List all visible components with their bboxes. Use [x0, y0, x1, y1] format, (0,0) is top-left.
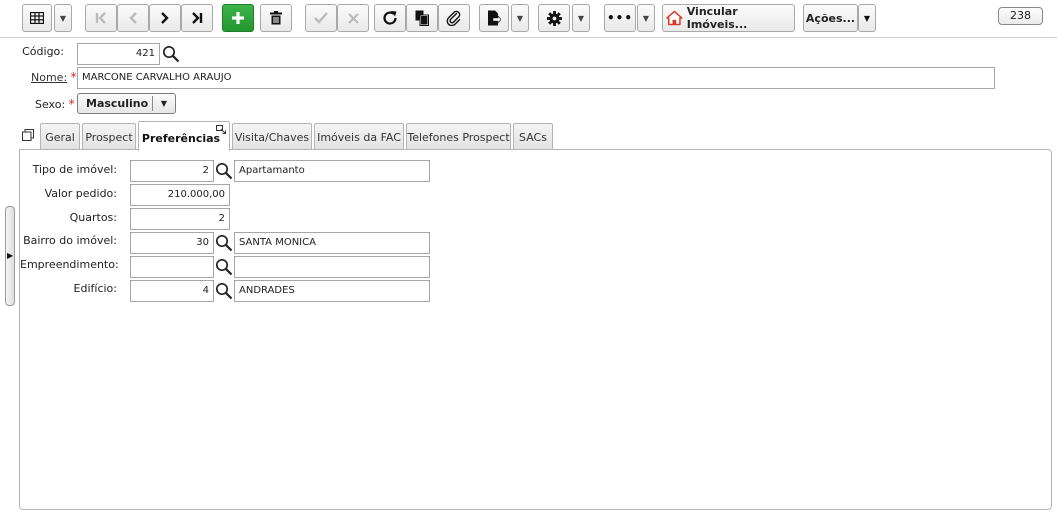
tab-geral[interactable]: Geral [40, 123, 80, 150]
popout-icon[interactable] [216, 125, 226, 134]
trash-icon [270, 11, 282, 25]
vincular-imoveis-label: Vincular Imóveis... [686, 5, 748, 31]
acoes-label: Ações... [805, 11, 856, 25]
duplicate-button[interactable] [406, 4, 438, 32]
caret-down-icon: ▼ [577, 13, 585, 23]
caret-down-icon: ▼ [516, 13, 524, 23]
required-asterisk: * [70, 70, 77, 84]
tab-sacs[interactable]: SACs [513, 123, 553, 150]
search-icon[interactable] [215, 162, 233, 180]
settings-button[interactable] [538, 4, 570, 32]
tab-label: Imóveis da FAC [317, 130, 401, 144]
nome-label[interactable]: Nome: [31, 71, 67, 84]
paperclip-icon [446, 10, 461, 26]
cancel-button[interactable] [337, 4, 369, 32]
refresh-icon [383, 11, 397, 25]
attach-button[interactable] [438, 4, 470, 32]
grid-icon [30, 12, 44, 24]
tipo-imovel-label: Tipo de imóvel: [32, 163, 117, 176]
tab-label: Geral [45, 130, 75, 144]
edificio-label: Edifício: [73, 282, 117, 295]
previous-record-button[interactable] [117, 4, 149, 32]
search-icon[interactable] [215, 258, 233, 276]
side-panel-handle[interactable]: ▶ [5, 206, 15, 306]
toolbar-divider [0, 37, 1057, 38]
check-icon [314, 12, 328, 24]
nome-label-wrap: Nome: * [31, 70, 77, 84]
record-count-badge: 238 [998, 7, 1043, 25]
refresh-button[interactable] [374, 4, 406, 32]
more-options-button[interactable]: ••• [604, 4, 636, 32]
close-icon [347, 12, 359, 24]
tab-label: Telefones Prospect [407, 130, 510, 144]
ellipsis-icon: ••• [606, 11, 633, 25]
caret-down-icon: ▼ [160, 99, 168, 108]
export-document-icon [488, 10, 501, 26]
tab-label: SACs [519, 130, 547, 144]
caret-down-icon: ▼ [863, 13, 871, 23]
vincular-imoveis-button[interactable]: Vincular Imóveis... [662, 4, 795, 32]
quartos-label: Quartos: [69, 211, 117, 224]
sexo-value: Masculino [86, 97, 149, 110]
chevron-left-icon [129, 12, 137, 24]
edificio-code-input[interactable]: 4 [130, 280, 214, 302]
quartos-input[interactable]: 2 [130, 208, 230, 230]
grid-view-button[interactable] [22, 4, 52, 32]
caret-down-icon: ▼ [642, 13, 650, 23]
tab-label: Preferências [141, 132, 221, 145]
tab-visita-chaves[interactable]: Visita/Chaves [232, 123, 312, 150]
more-options-dropdown[interactable]: ▼ [637, 4, 655, 32]
bairro-code-input[interactable]: 30 [130, 232, 214, 254]
home-icon [666, 10, 683, 26]
acoes-dropdown[interactable]: ▼ [858, 4, 876, 32]
required-asterisk: * [68, 97, 75, 111]
bairro-desc-input[interactable]: SANTA MONICA [234, 232, 430, 254]
chevron-right-icon [161, 12, 169, 24]
search-icon[interactable] [215, 234, 233, 252]
copy-icon [415, 10, 429, 26]
last-icon [192, 12, 203, 24]
delete-record-button[interactable] [260, 4, 292, 32]
caret-right-icon: ▶ [7, 251, 14, 260]
tipo-imovel-code-input[interactable]: 2 [130, 160, 214, 182]
add-record-button[interactable] [222, 4, 254, 32]
search-icon[interactable] [215, 282, 233, 300]
grid-view-dropdown[interactable]: ▼ [54, 4, 72, 32]
codigo-input[interactable]: 421 [77, 43, 160, 65]
next-record-button[interactable] [149, 4, 181, 32]
valor-pedido-label: Valor pedido: [44, 187, 117, 200]
codigo-label: Código: [22, 45, 64, 58]
tab-prospect[interactable]: Prospect [82, 123, 136, 150]
empreendimento-code-input[interactable] [130, 256, 214, 278]
nome-input[interactable]: MARCONE CARVALHO ARAUJO [77, 67, 995, 89]
tab-label: Prospect [85, 130, 133, 144]
sexo-label: Sexo: [35, 98, 66, 111]
gear-icon [546, 10, 562, 26]
sexo-label-wrap: Sexo: * [35, 97, 75, 111]
first-record-button[interactable] [85, 4, 117, 32]
last-record-button[interactable] [181, 4, 213, 32]
tipo-imovel-desc-input[interactable]: Apartamanto [234, 160, 430, 182]
first-icon [95, 12, 106, 24]
sexo-select[interactable]: Masculino ▼ [77, 93, 176, 114]
export-dropdown[interactable]: ▼ [511, 4, 529, 32]
tab-telefones-prospect[interactable]: Telefones Prospect [406, 123, 511, 150]
plus-icon [232, 12, 244, 24]
settings-dropdown[interactable]: ▼ [572, 4, 590, 32]
edificio-desc-input[interactable]: ANDRADES [234, 280, 430, 302]
empreendimento-label: Empreendimento: [20, 258, 119, 271]
valor-pedido-input[interactable]: 210.000,00 [130, 184, 230, 206]
acoes-button[interactable]: Ações... [803, 4, 858, 32]
tab-imoveis-da-fac[interactable]: Imóveis da FAC [314, 123, 404, 150]
detach-tabs-icon[interactable] [22, 129, 34, 141]
search-icon[interactable] [162, 45, 180, 63]
caret-down-icon: ▼ [59, 13, 67, 23]
empreendimento-desc-input[interactable] [234, 256, 430, 278]
export-button[interactable] [479, 4, 509, 32]
confirm-button[interactable] [305, 4, 337, 32]
tab-preferencias[interactable]: Preferências [138, 121, 230, 151]
tab-label: Visita/Chaves [234, 130, 310, 144]
bairro-imovel-label: Bairro do imóvel: [23, 234, 117, 247]
